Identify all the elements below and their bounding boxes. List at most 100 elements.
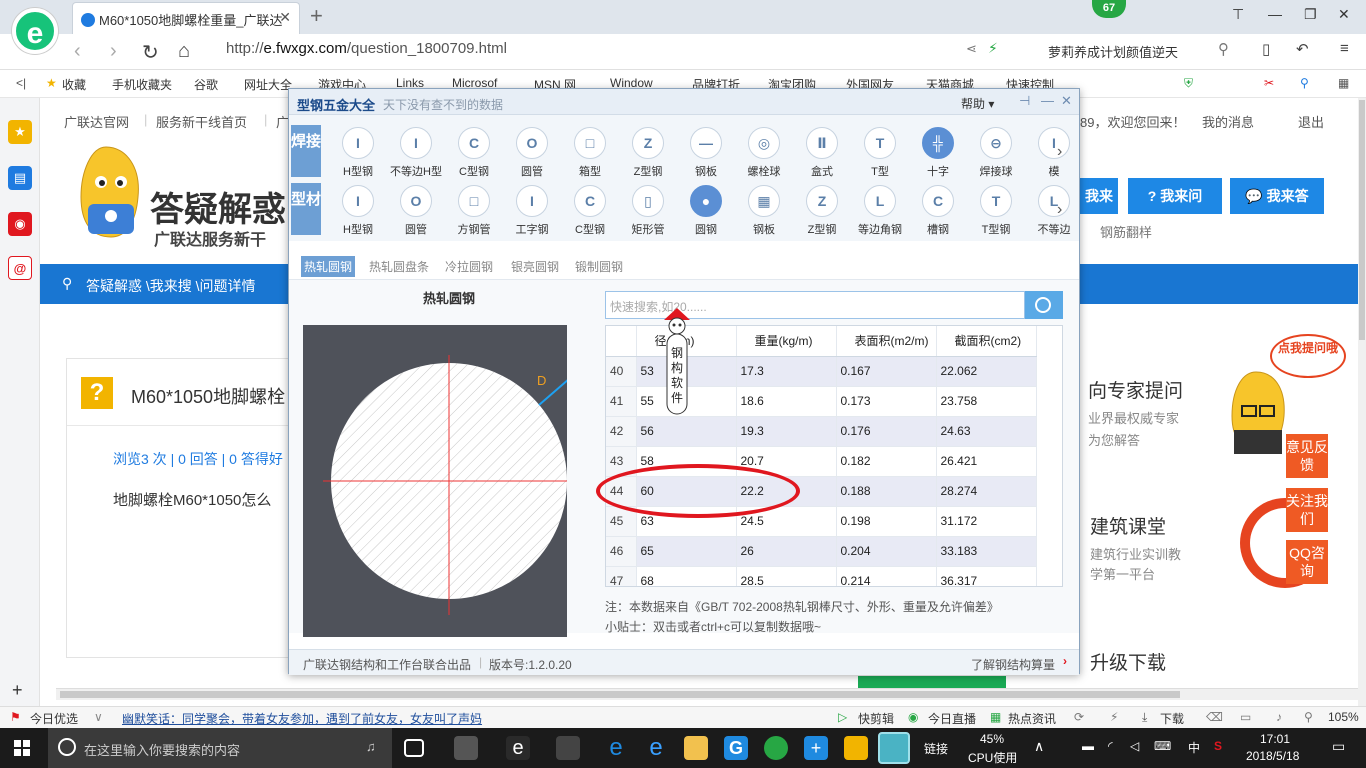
task-view-icon[interactable]: [404, 739, 424, 757]
welding-item[interactable]: I 不等边H型: [387, 125, 445, 183]
restore-icon[interactable]: ❐: [1304, 6, 1317, 23]
shirt-icon[interactable]: ⊤: [1232, 6, 1244, 23]
row-number[interactable]: 42: [606, 416, 637, 447]
row1-next-icon[interactable]: ›: [1057, 143, 1062, 161]
table-cell[interactable]: 28.5: [736, 566, 837, 586]
dialog-titlebar[interactable]: 型钢五金大全 天下没有查不到的数据 帮助 ▾ ⊣ — ✕: [289, 89, 1079, 115]
table-cell[interactable]: 0.167: [836, 356, 937, 387]
qq-consult-button[interactable]: QQ咨询: [1286, 540, 1328, 584]
expert-title[interactable]: 向专家提问: [1088, 376, 1183, 403]
table-cell[interactable]: 0.188: [836, 476, 937, 507]
question-meta[interactable]: 浏览3 次 | 0 回答 | 0 答得好: [113, 449, 283, 469]
clock-time[interactable]: 17:01: [1260, 732, 1290, 746]
weibo-icon[interactable]: ◉: [8, 212, 32, 236]
row2-next-icon[interactable]: ›: [1057, 201, 1062, 219]
windows-start-icon[interactable]: [14, 740, 30, 756]
table-cell[interactable]: 33.183: [936, 536, 1037, 567]
table-cell[interactable]: 68: [636, 566, 737, 586]
table-cell[interactable]: 26: [736, 536, 837, 567]
welding-item[interactable]: I H型钢: [329, 125, 387, 183]
history-icon[interactable]: ▤: [8, 166, 32, 190]
profile-item[interactable]: T T型钢: [967, 183, 1025, 241]
grid-icon[interactable]: ▦: [1338, 76, 1349, 90]
table-cell[interactable]: 65: [636, 536, 737, 567]
browser-e-icon[interactable]: e: [506, 736, 530, 760]
sync-icon[interactable]: ⟳: [1074, 710, 1084, 724]
taskbar-search-input[interactable]: 在这里输入你要搜索的内容 ♫: [48, 728, 392, 768]
forward-icon[interactable]: ›: [110, 40, 117, 63]
sogou-icon[interactable]: S: [1214, 739, 1222, 753]
download-title[interactable]: 升级下载: [1090, 648, 1166, 675]
row-number[interactable]: 40: [606, 356, 637, 387]
welding-item[interactable]: — 钢板: [677, 125, 735, 183]
steel-link[interactable]: 钢筋翻样: [1100, 222, 1152, 241]
welding-item[interactable]: ⊖ 焊接球: [967, 125, 1025, 183]
profile-item[interactable]: Z Z型钢: [793, 183, 851, 241]
back-icon[interactable]: ‹: [74, 40, 81, 63]
hot-news-link[interactable]: 热点资讯: [1008, 710, 1056, 727]
download-link[interactable]: 下载: [1160, 710, 1184, 727]
learn-more-link[interactable]: 了解钢结构算量: [971, 656, 1055, 673]
undo-icon[interactable]: ↶: [1296, 40, 1309, 58]
trash-icon[interactable]: ⌫: [1206, 710, 1223, 724]
table-cell[interactable]: 0.176: [836, 416, 937, 447]
share-icon[interactable]: ⋖: [966, 41, 977, 57]
table-cell[interactable]: 36.317: [936, 566, 1037, 586]
action-center-icon[interactable]: ▭: [1332, 738, 1345, 755]
subtab-forged[interactable]: 锻制圆钢: [575, 258, 623, 275]
profile-item[interactable]: C C型钢: [561, 183, 619, 241]
click-to-ask-bubble[interactable]: 点我提问哦: [1270, 334, 1346, 378]
welding-item[interactable]: T T型: [851, 125, 909, 183]
profile-item[interactable]: ▦ 钢板: [735, 183, 793, 241]
breadcrumb[interactable]: 答疑解惑 \我来搜 \问题详情: [86, 276, 256, 296]
welding-item[interactable]: O 圆管: [503, 125, 561, 183]
my-messages-link[interactable]: 我的消息: [1202, 112, 1254, 131]
table-cell[interactable]: 0.182: [836, 446, 937, 477]
home-icon[interactable]: ⌂: [178, 40, 190, 63]
col-header-surface[interactable]: 表面积(m2/m): [836, 326, 937, 357]
phone-icon[interactable]: ▯: [1262, 40, 1270, 58]
table-cell[interactable]: 17.3: [736, 356, 837, 387]
table-cell[interactable]: 31.172: [936, 506, 1037, 537]
shield-icon[interactable]: ⛨: [1184, 76, 1193, 91]
ie-icon[interactable]: e: [644, 736, 668, 760]
welding-item[interactable]: Z Z型钢: [619, 125, 677, 183]
steel-tool-taskbar-icon[interactable]: [878, 732, 910, 764]
nav-link[interactable]: 服务新干线首页: [156, 112, 247, 131]
minimize-icon[interactable]: —: [1268, 6, 1282, 22]
profile-item[interactable]: O 圆管: [387, 183, 445, 241]
live-link[interactable]: 今日直播: [928, 710, 976, 727]
file-explorer-icon[interactable]: [684, 736, 708, 760]
search-button[interactable]: 我来搜: [1080, 178, 1118, 240]
subtab-hot-rolled-coil[interactable]: 热轧圆盘条: [369, 258, 429, 275]
welding-item[interactable]: ╬ 十字: [909, 125, 967, 183]
profile-item[interactable]: C 槽钢: [909, 183, 967, 241]
email-icon[interactable]: @: [8, 256, 32, 280]
spiral-app-icon[interactable]: [556, 736, 580, 760]
dialog-close-icon[interactable]: ✕: [1061, 93, 1072, 109]
plus-app-icon[interactable]: +: [804, 736, 828, 760]
clock-date[interactable]: 2018/5/18: [1246, 749, 1299, 763]
collapse-icon[interactable]: <|: [16, 76, 26, 90]
green-button[interactable]: [858, 676, 1006, 688]
add-sidebar-icon[interactable]: +: [12, 680, 23, 701]
tray-expand-icon[interactable]: ∧: [1034, 738, 1044, 755]
table-cell[interactable]: 0.204: [836, 536, 937, 567]
arrow-right-icon[interactable]: ›: [1063, 654, 1067, 668]
page-horizontal-scrollbar[interactable]: [56, 688, 1358, 700]
close-window-icon[interactable]: ✕: [1338, 6, 1350, 23]
links-label[interactable]: 链接: [924, 740, 948, 757]
row-number[interactable]: 41: [606, 386, 637, 417]
col-header-section[interactable]: 截面积(cm2): [936, 326, 1037, 357]
profile-item[interactable]: ▯ 矩形管: [619, 183, 677, 241]
table-row[interactable]: 46 65 26 0.204 33.183: [606, 536, 1037, 567]
table-row[interactable]: 42 56 19.3 0.176 24.63: [606, 416, 1037, 447]
new-tab-icon[interactable]: +: [310, 3, 323, 29]
fav-item[interactable]: 收藏: [62, 76, 86, 93]
scissors-icon[interactable]: ✂: [1264, 76, 1274, 90]
glodon-app-icon[interactable]: G: [724, 736, 748, 760]
category-welding[interactable]: 焊接: [291, 125, 321, 177]
row-number[interactable]: 47: [606, 566, 637, 586]
power-icon[interactable]: ▬: [1082, 739, 1094, 753]
welding-item[interactable]: C C型钢: [445, 125, 503, 183]
